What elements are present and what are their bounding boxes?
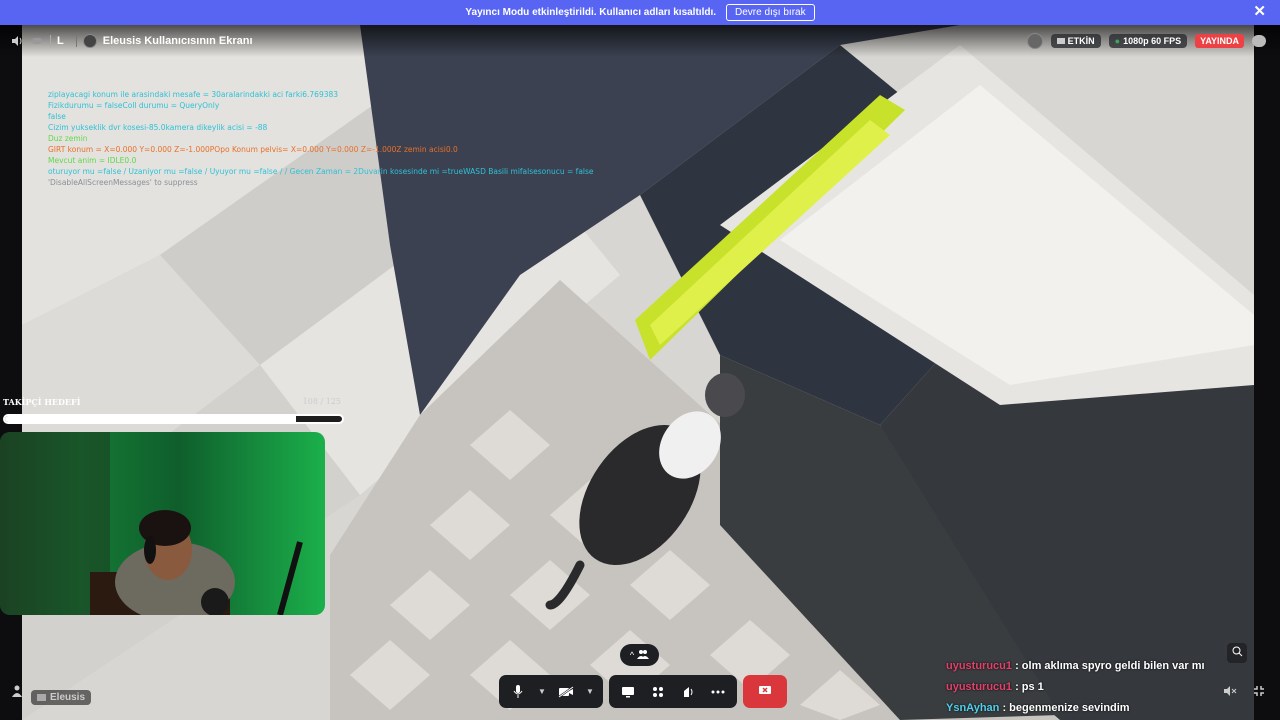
chat-message: uyusturucu1 : olm aklıma spyro geldi bil… [946, 658, 1205, 679]
status-label: ETKİN [1067, 36, 1095, 46]
people-icon [637, 649, 650, 661]
chat-overlay: uyusturucu1 : olm aklıma spyro geldi bil… [946, 658, 1205, 720]
chat-username: YsnAyhan [946, 702, 1000, 714]
stream-header: L Eleusis Kullanıcısının Ekranı ETKİN ● … [0, 25, 1280, 57]
action-controls [609, 675, 737, 708]
webcam-feed [0, 432, 325, 615]
viewer-avatar[interactable] [1026, 33, 1043, 49]
follower-goal-label: TAKİPÇİ HEDEFİ [3, 397, 81, 407]
chevron-up-icon: ^ [629, 650, 635, 660]
follower-goal: TAKİPÇİ HEDEFİ 108 / 125 [3, 397, 345, 424]
quality-pill: ● 1080p 60 FPS [1108, 34, 1188, 48]
mute-icon[interactable] [1222, 683, 1238, 699]
speaker-icon[interactable] [10, 34, 24, 48]
end-stream-button[interactable] [743, 675, 787, 708]
signal-icon: ● [1114, 36, 1121, 46]
media-controls: ▼ ▼ [499, 675, 603, 708]
chat-username: uyusturucu1 [946, 681, 1013, 693]
zoom-icon [1232, 644, 1243, 662]
disable-streamer-mode-button[interactable]: Devre dışı bırak [726, 4, 815, 21]
call-controls: ▼ ▼ [499, 675, 787, 708]
chevron-down-icon[interactable]: ▼ [535, 679, 549, 705]
debug-line: Duz zemin [48, 134, 88, 143]
microphone-icon[interactable] [505, 679, 531, 705]
webcam-image [0, 432, 303, 615]
user-initial: L [57, 35, 64, 47]
more-icon[interactable] [705, 679, 731, 705]
chat-username: uyusturucu1 [946, 660, 1013, 672]
live-badge: YAYINDA [1195, 34, 1244, 48]
close-icon[interactable]: ✕ [1253, 4, 1266, 20]
chat-text: : begenmenize sevindim [999, 702, 1130, 714]
debug-line: oturuyor mu =false / Uzaniyor mu =false … [48, 167, 594, 176]
debug-messages: ziplayacagi konum ile arasindaki mesafe … [48, 89, 594, 188]
participant-name: Eleusis [50, 692, 86, 703]
banner-message: Yayıncı Modu etkinleştirildi. Kullanıcı … [465, 7, 717, 18]
chevron-down-icon[interactable]: ▼ [583, 679, 597, 705]
debug-line: ziplayacagi konum ile arasindaki mesafe … [48, 90, 339, 99]
streamer-mode-banner: Yayıncı Modu etkinleştirildi. Kullanıcı … [0, 0, 1280, 25]
activities-icon[interactable] [645, 679, 671, 705]
chat-text: : olm aklıma spyro geldi bilen var mı [1012, 660, 1205, 672]
screen-share-icon[interactable] [615, 679, 641, 705]
follower-goal-count: 108 / 125 [302, 397, 341, 406]
status-pill: ETKİN [1050, 34, 1101, 48]
divider [50, 35, 51, 47]
fullscreen-exit-icon[interactable] [1251, 683, 1267, 699]
chat-icon[interactable] [1252, 35, 1266, 47]
screen-share-icon [37, 694, 46, 701]
avatar [82, 34, 97, 48]
divider [75, 35, 77, 47]
quality-label: 1080p 60 FPS [1123, 36, 1182, 46]
follower-progress-fill [5, 416, 297, 422]
monitor-icon [1056, 38, 1065, 44]
gamepad-icon [30, 34, 44, 48]
debug-line: Fizikdurumu = falseColl durumu = QueryOn… [48, 101, 220, 110]
debug-line: Mevcut anim = IDLE0.0 [48, 156, 137, 165]
end-stream-icon [758, 683, 772, 701]
participant-name-tag: Eleusis [31, 690, 92, 705]
chat-message: YsnAyhan : begenmenize sevindim [946, 700, 1205, 720]
chat-message: uyusturucu1 : ps 1 [946, 679, 1205, 700]
chat-text: : ps 1 [1012, 681, 1044, 693]
stream-viewer: Yayıncı Modu etkinleştirildi. Kullanıcı … [0, 0, 1280, 720]
show-participants-button[interactable]: ^ [620, 644, 659, 666]
debug-line: GIRT konum = X=0.000 Y=0.000 Z=-1.000POp… [48, 145, 458, 154]
people-icon[interactable] [11, 683, 27, 699]
debug-line: false [48, 112, 66, 121]
soundboard-icon[interactable] [675, 679, 701, 705]
stream-title: Eleusis Kullanıcısının Ekranı [102, 35, 253, 47]
camera-off-icon[interactable] [553, 679, 579, 705]
debug-line: 'DisableAllScreenMessages' to suppress [48, 178, 198, 187]
debug-line: Cizim yukseklik dvr kosesi-85.0kamera di… [48, 123, 268, 132]
zoom-button[interactable] [1227, 643, 1247, 663]
follower-progress-bar [3, 414, 344, 424]
